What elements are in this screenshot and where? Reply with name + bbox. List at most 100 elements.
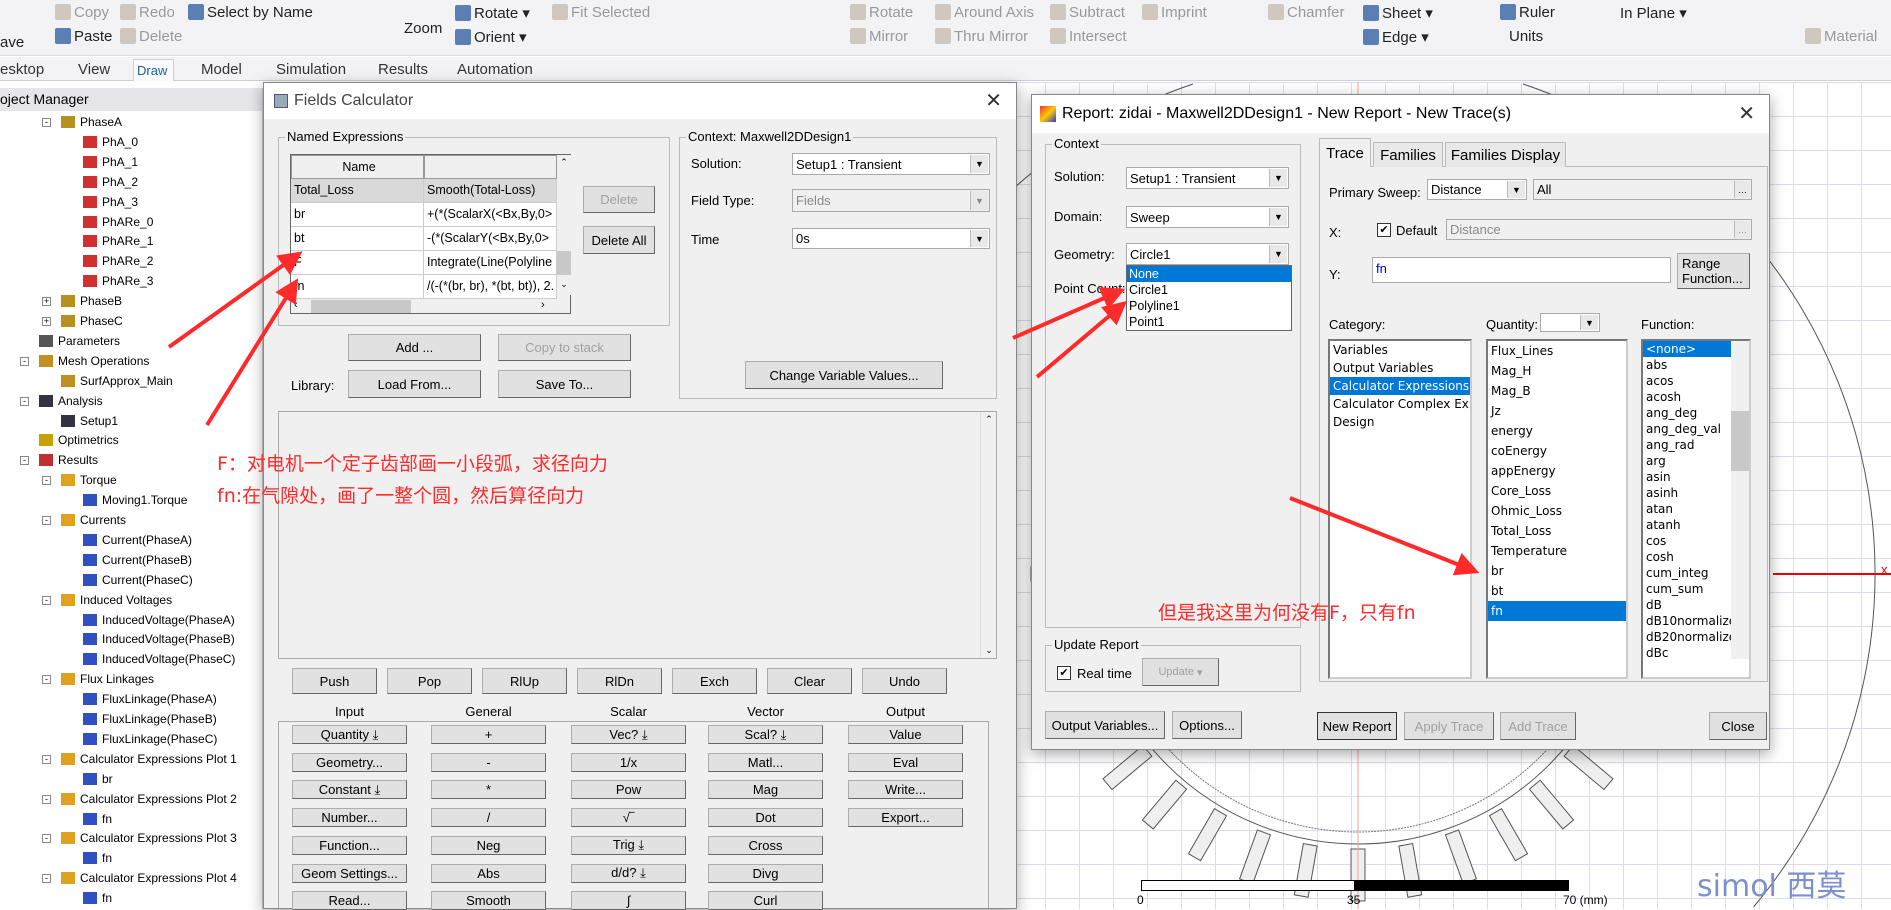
expression-formula[interactable]: /(-(*(br, br), *(bt, bt)), 2. xyxy=(424,275,557,299)
function-item[interactable]: ang_deg xyxy=(1643,405,1731,421)
calc-button[interactable]: Scal? ⤓ xyxy=(708,725,823,744)
tree-item[interactable]: - Calculator Expressions Plot 2 xyxy=(0,792,262,806)
tree-item[interactable]: fn xyxy=(0,812,262,826)
calc-button[interactable]: Neg xyxy=(431,835,546,855)
tree-item[interactable]: - Currents xyxy=(0,513,262,527)
function-item[interactable]: cum_sum xyxy=(1643,581,1731,597)
ribbon-button[interactable]: Zoom xyxy=(404,20,442,37)
function-item[interactable]: atanh xyxy=(1643,517,1731,533)
function-item[interactable]: acos xyxy=(1643,373,1731,389)
calc-button[interactable]: Trig ⤓ xyxy=(571,835,686,855)
function-item[interactable]: dB20normalize xyxy=(1643,629,1736,645)
ribbon-button[interactable]: Orient ▾ xyxy=(455,28,527,46)
category-item[interactable]: Calculator Expressions xyxy=(1330,377,1470,395)
calc-button[interactable]: Value xyxy=(848,725,963,744)
tab-results[interactable]: Results xyxy=(372,59,434,81)
tree-item[interactable]: - Calculator Expressions Plot 4 xyxy=(0,871,262,885)
function-item[interactable]: dB10normalize xyxy=(1643,613,1736,629)
ribbon-button[interactable]: Material xyxy=(1805,28,1877,45)
category-list[interactable]: Variables Output Variables Calculator Expr… xyxy=(1328,339,1472,679)
ribbon-button[interactable]: Edge ▾ xyxy=(1363,28,1429,46)
calc-button[interactable]: Cross xyxy=(708,835,823,855)
geometry-dropdown-list[interactable]: None Circle1 Polyline1 Point1 xyxy=(1126,265,1292,331)
fields-calculator-titlebar[interactable]: Fields Calculator ✕ xyxy=(264,83,1016,119)
function-item[interactable]: cum_integ xyxy=(1643,565,1731,581)
new-report-button[interactable]: New Report xyxy=(1317,712,1397,740)
geometry-option[interactable]: Polyline1 xyxy=(1127,298,1291,314)
tree-item[interactable]: FluxLinkage(PhaseC) xyxy=(0,732,262,746)
tab-automation[interactable]: Automation xyxy=(451,59,539,81)
options-button[interactable]: Options... xyxy=(1172,711,1242,739)
tree-item[interactable]: PhA_0 xyxy=(0,135,262,149)
output-variables-button[interactable]: Output Variables... xyxy=(1045,711,1165,739)
calc-button[interactable]: Function... xyxy=(292,835,407,855)
tree-item[interactable]: PhARe_0 xyxy=(0,215,262,229)
function-item[interactable]: atan xyxy=(1643,501,1731,517)
expander-icon[interactable]: - xyxy=(42,118,51,127)
ribbon-button[interactable]: Subtract xyxy=(1050,4,1125,21)
function-item[interactable]: ang_deg_val xyxy=(1643,421,1731,437)
calc-button[interactable]: * xyxy=(431,780,546,800)
table-horizontal-scrollbar[interactable]: ‹ › xyxy=(291,299,557,314)
add-trace-button[interactable]: Add Trace xyxy=(1500,712,1576,740)
tree-item[interactable]: PhA_3 xyxy=(0,195,262,209)
tree-item[interactable]: Current(PhaseB) xyxy=(0,553,262,567)
quantity-list[interactable]: Flux_Lines Mag_H Mag_B Jz energy coEnergy appE… xyxy=(1486,339,1628,679)
calc-button[interactable]: / xyxy=(431,808,546,828)
expression-name[interactable]: br xyxy=(291,203,424,227)
function-item[interactable]: asinh xyxy=(1643,485,1731,501)
delete-button[interactable]: Delete xyxy=(583,186,655,213)
category-item[interactable]: Variables xyxy=(1330,341,1470,359)
tab-simulation[interactable]: Simulation xyxy=(270,59,352,81)
tree-item[interactable]: - PhaseA xyxy=(0,115,262,129)
calc-button[interactable]: Smooth xyxy=(431,891,546,910)
y-expression-input[interactable]: fn xyxy=(1372,257,1671,283)
tree-item[interactable]: - Calculator Expressions Plot 1 xyxy=(0,752,262,766)
tree-item[interactable]: Parameters xyxy=(0,334,262,348)
geometry-option[interactable]: Circle1 xyxy=(1127,282,1291,298)
category-item[interactable]: Calculator Complex Expr xyxy=(1330,395,1470,413)
expression-name[interactable]: fn xyxy=(291,275,424,299)
expression-formula[interactable]: Integrate(Line(Polyline xyxy=(424,251,557,275)
ribbon-button[interactable]: Sheet ▾ xyxy=(1363,4,1433,22)
calc-button[interactable]: + xyxy=(431,725,546,744)
expander-icon[interactable]: - xyxy=(20,456,29,466)
expression-name[interactable]: F xyxy=(291,251,424,275)
calc-button[interactable]: Divg xyxy=(708,863,823,883)
calc-button[interactable]: √‾ xyxy=(571,808,686,828)
ribbon-button[interactable]: Chamfer xyxy=(1268,4,1345,21)
quantity-item[interactable]: coEnergy xyxy=(1488,441,1626,461)
ribbon-button[interactable]: Paste xyxy=(55,28,112,45)
quantity-item[interactable]: energy xyxy=(1488,421,1626,441)
calc-button[interactable]: Dot xyxy=(708,808,823,828)
time-select[interactable]: 0s ▼ xyxy=(792,228,990,249)
stack-scrollbar[interactable]: ⌃ ⌄ xyxy=(980,412,996,658)
expression-name[interactable]: Total_Loss xyxy=(291,179,424,203)
tree-item[interactable]: Setup1 xyxy=(0,414,262,428)
expander-icon[interactable]: - xyxy=(42,834,51,844)
domain-select[interactable]: Sweep ▼ xyxy=(1126,206,1289,228)
ribbon-button[interactable]: Mirror xyxy=(850,28,908,45)
quantity-item[interactable]: Total_Loss xyxy=(1488,521,1626,541)
tree-item[interactable]: - Flux Linkages xyxy=(0,672,262,686)
add-button[interactable]: Add ... xyxy=(348,334,481,361)
tab-model[interactable]: Model xyxy=(195,59,248,81)
column-header-expression[interactable] xyxy=(424,155,557,179)
calc-button[interactable]: Matl... xyxy=(708,752,823,772)
quantity-item[interactable]: Flux_Lines xyxy=(1488,341,1626,361)
calc-button[interactable]: Geom Settings... xyxy=(292,863,407,883)
ribbon-button[interactable]: Around Axis xyxy=(935,4,1034,21)
calc-button[interactable]: Write... xyxy=(848,780,963,800)
ribbon-button[interactable]: In Plane ▾ xyxy=(1620,4,1687,22)
x-quantity-field[interactable]: Distance… xyxy=(1446,219,1752,240)
calc-button[interactable]: Pow xyxy=(571,780,686,800)
range-function-button[interactable]: Range Function... xyxy=(1677,253,1750,289)
change-variable-values-button[interactable]: Change Variable Values... xyxy=(745,361,943,389)
update-button[interactable]: Update ▾ xyxy=(1142,658,1219,686)
ribbon-button[interactable]: Copy xyxy=(55,4,109,21)
tree-item[interactable]: PhARe_2 xyxy=(0,254,262,268)
stack-button-push[interactable]: Push xyxy=(292,668,377,694)
expression-name[interactable]: bt xyxy=(291,227,424,251)
quantity-filter-select[interactable]: ▼ xyxy=(1540,313,1600,332)
ribbon-button[interactable]: Redo xyxy=(120,4,175,21)
